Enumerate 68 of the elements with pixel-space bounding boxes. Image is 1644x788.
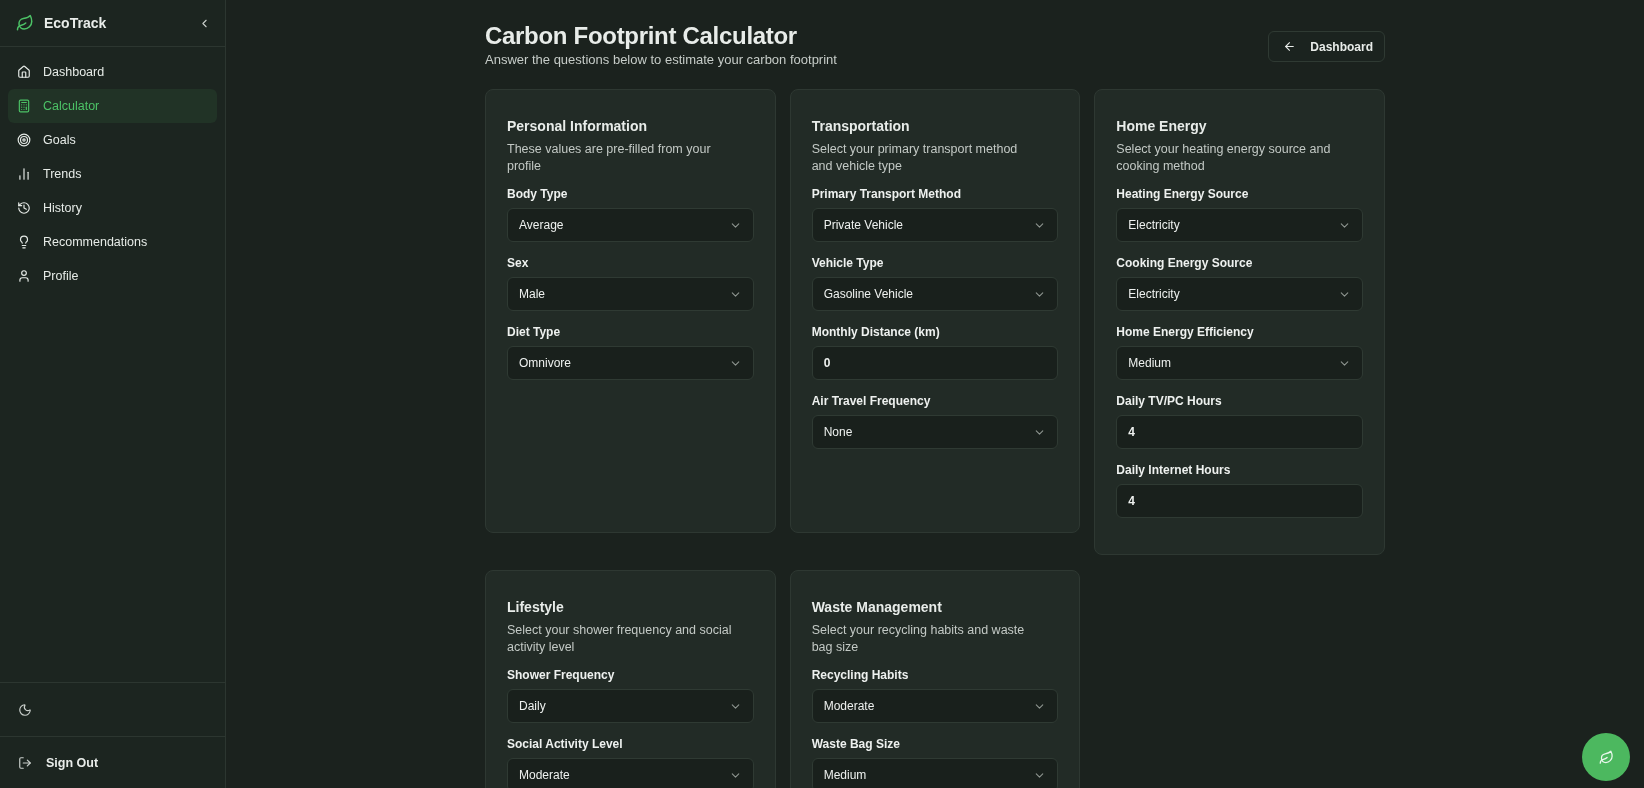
field-label: Primary Transport Method <box>811 187 963 201</box>
field-label: Vehicle Type <box>811 256 885 270</box>
select-field[interactable]: Average <box>507 208 754 242</box>
moon-icon <box>18 702 32 717</box>
field-label: Social Activity Level <box>507 737 624 751</box>
section-title: Lifestyle <box>507 599 565 615</box>
sign-out-icon <box>18 755 32 770</box>
field-label: Body Type <box>507 187 569 201</box>
section-description: These values are pre-filled from your profile <box>507 141 712 175</box>
section-description: Select your shower frequency and social activity level <box>507 622 733 656</box>
brand-name: EcoTrack <box>44 15 108 31</box>
sign-out-button[interactable]: Sign Out <box>18 755 99 770</box>
field-label: Shower Frequency <box>507 668 616 682</box>
lightbulb-icon <box>17 235 31 249</box>
nav-item[interactable]: Trends <box>8 157 217 191</box>
field-label: Daily Internet Hours <box>1116 463 1232 477</box>
leaf-icon <box>1598 749 1614 765</box>
section-title: Personal Information <box>507 118 649 134</box>
nav-item[interactable]: Dashboard <box>8 55 217 89</box>
section-title: Transportation <box>811 118 911 134</box>
select-field[interactable]: Electricity <box>1116 208 1363 242</box>
field-label: Sex <box>507 256 530 270</box>
field-label: Waste Bag Size <box>811 737 901 751</box>
section-description: Select your recycling habits and waste bag size <box>811 622 1026 656</box>
nav-item[interactable]: Calculator <box>8 89 217 123</box>
nav-item[interactable]: Goals <box>8 123 217 157</box>
select-field[interactable]: Medium <box>1116 346 1363 380</box>
calculator-icon <box>17 99 31 113</box>
select-field[interactable]: Moderate <box>507 758 754 788</box>
select-field[interactable]: Daily <box>507 689 754 723</box>
leaf-icon <box>16 14 34 32</box>
section-description: Select your primary transport method and vehicle type <box>811 141 1019 175</box>
history-icon <box>17 201 31 215</box>
select-field[interactable]: Male <box>507 277 754 311</box>
select-field[interactable]: Gasoline Vehicle <box>811 277 1059 311</box>
field-label: Home Energy Efficiency <box>1116 325 1255 339</box>
user-icon <box>17 269 31 283</box>
house-icon <box>17 65 31 79</box>
input-field[interactable]: 4 <box>1116 484 1363 518</box>
select-field[interactable]: Moderate <box>811 689 1059 723</box>
section-title: Waste Management <box>811 599 943 615</box>
select-field[interactable]: Omnivore <box>507 346 754 380</box>
field-label: Diet Type <box>507 325 562 339</box>
nav-item[interactable]: History <box>8 191 217 225</box>
theme-toggle[interactable] <box>18 702 32 717</box>
bar-chart-icon <box>17 167 31 181</box>
page-subtitle: Answer the questions below to estimate your carbon footprint <box>485 52 837 67</box>
select-field[interactable]: Private Vehicle <box>811 208 1059 242</box>
field-label: Heating Energy Source <box>1116 187 1250 201</box>
input-field[interactable]: 0 <box>811 346 1059 380</box>
target-icon <box>17 133 31 147</box>
field-label: Recycling Habits <box>811 668 910 682</box>
field-label: Cooking Energy Source <box>1116 256 1254 270</box>
select-field[interactable]: Medium <box>811 758 1059 788</box>
back-button[interactable]: Dashboard <box>1268 31 1385 62</box>
page-title: Carbon Footprint Calculator <box>485 22 798 50</box>
nav-item[interactable]: Recommendations <box>8 225 217 259</box>
field-label: Daily TV/PC Hours <box>1116 394 1223 408</box>
section-title: Home Energy <box>1116 118 1208 134</box>
field-label: Air Travel Frequency <box>811 394 932 408</box>
input-field[interactable]: 4 <box>1116 415 1363 449</box>
select-field[interactable]: Electricity <box>1116 277 1363 311</box>
assistant-button[interactable] <box>1582 733 1630 781</box>
arrow-left-icon <box>1283 40 1297 53</box>
select-field[interactable]: None <box>811 415 1059 449</box>
field-label: Monthly Distance (km) <box>811 325 941 339</box>
section-description: Select your heating energy source and cooking method <box>1116 141 1332 175</box>
nav-item[interactable]: Profile <box>8 259 217 293</box>
